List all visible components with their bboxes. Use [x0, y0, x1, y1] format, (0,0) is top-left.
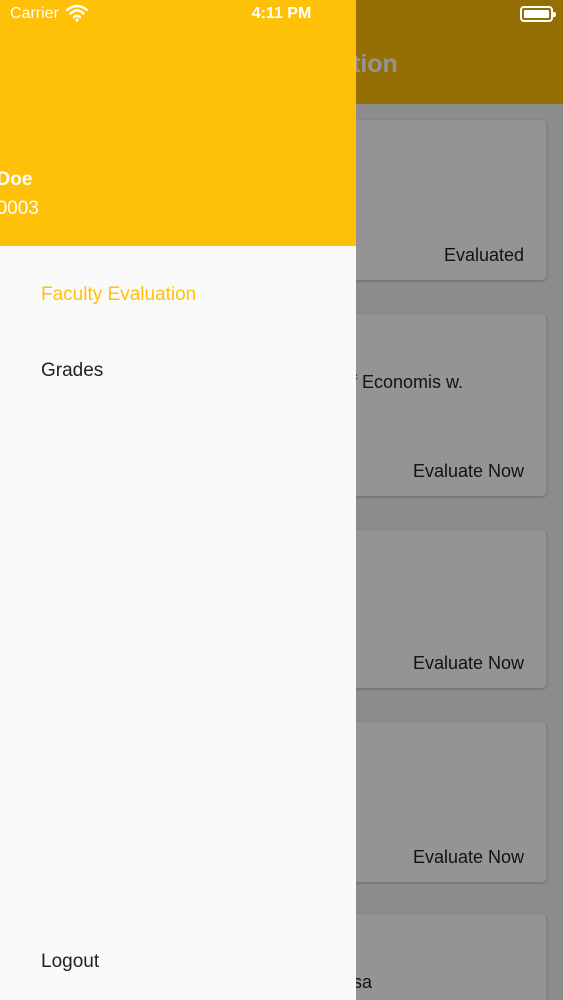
- user-name: i Doe: [0, 169, 33, 190]
- menu-item-faculty-evaluation[interactable]: Faculty Evaluation: [41, 284, 196, 306]
- logout-button[interactable]: Logout: [41, 951, 99, 973]
- menu-item-grades[interactable]: Grades: [41, 360, 103, 382]
- status-bar: Carrier 4:11 PM: [0, 0, 563, 30]
- user-id: d0003: [0, 198, 39, 219]
- clock: 4:11 PM: [251, 5, 312, 22]
- navigation-drawer: i Doe d0003 Faculty Evaluation Grades Lo…: [0, 0, 356, 1000]
- battery-icon: [520, 6, 556, 22]
- drawer-header: i Doe d0003: [0, 0, 356, 246]
